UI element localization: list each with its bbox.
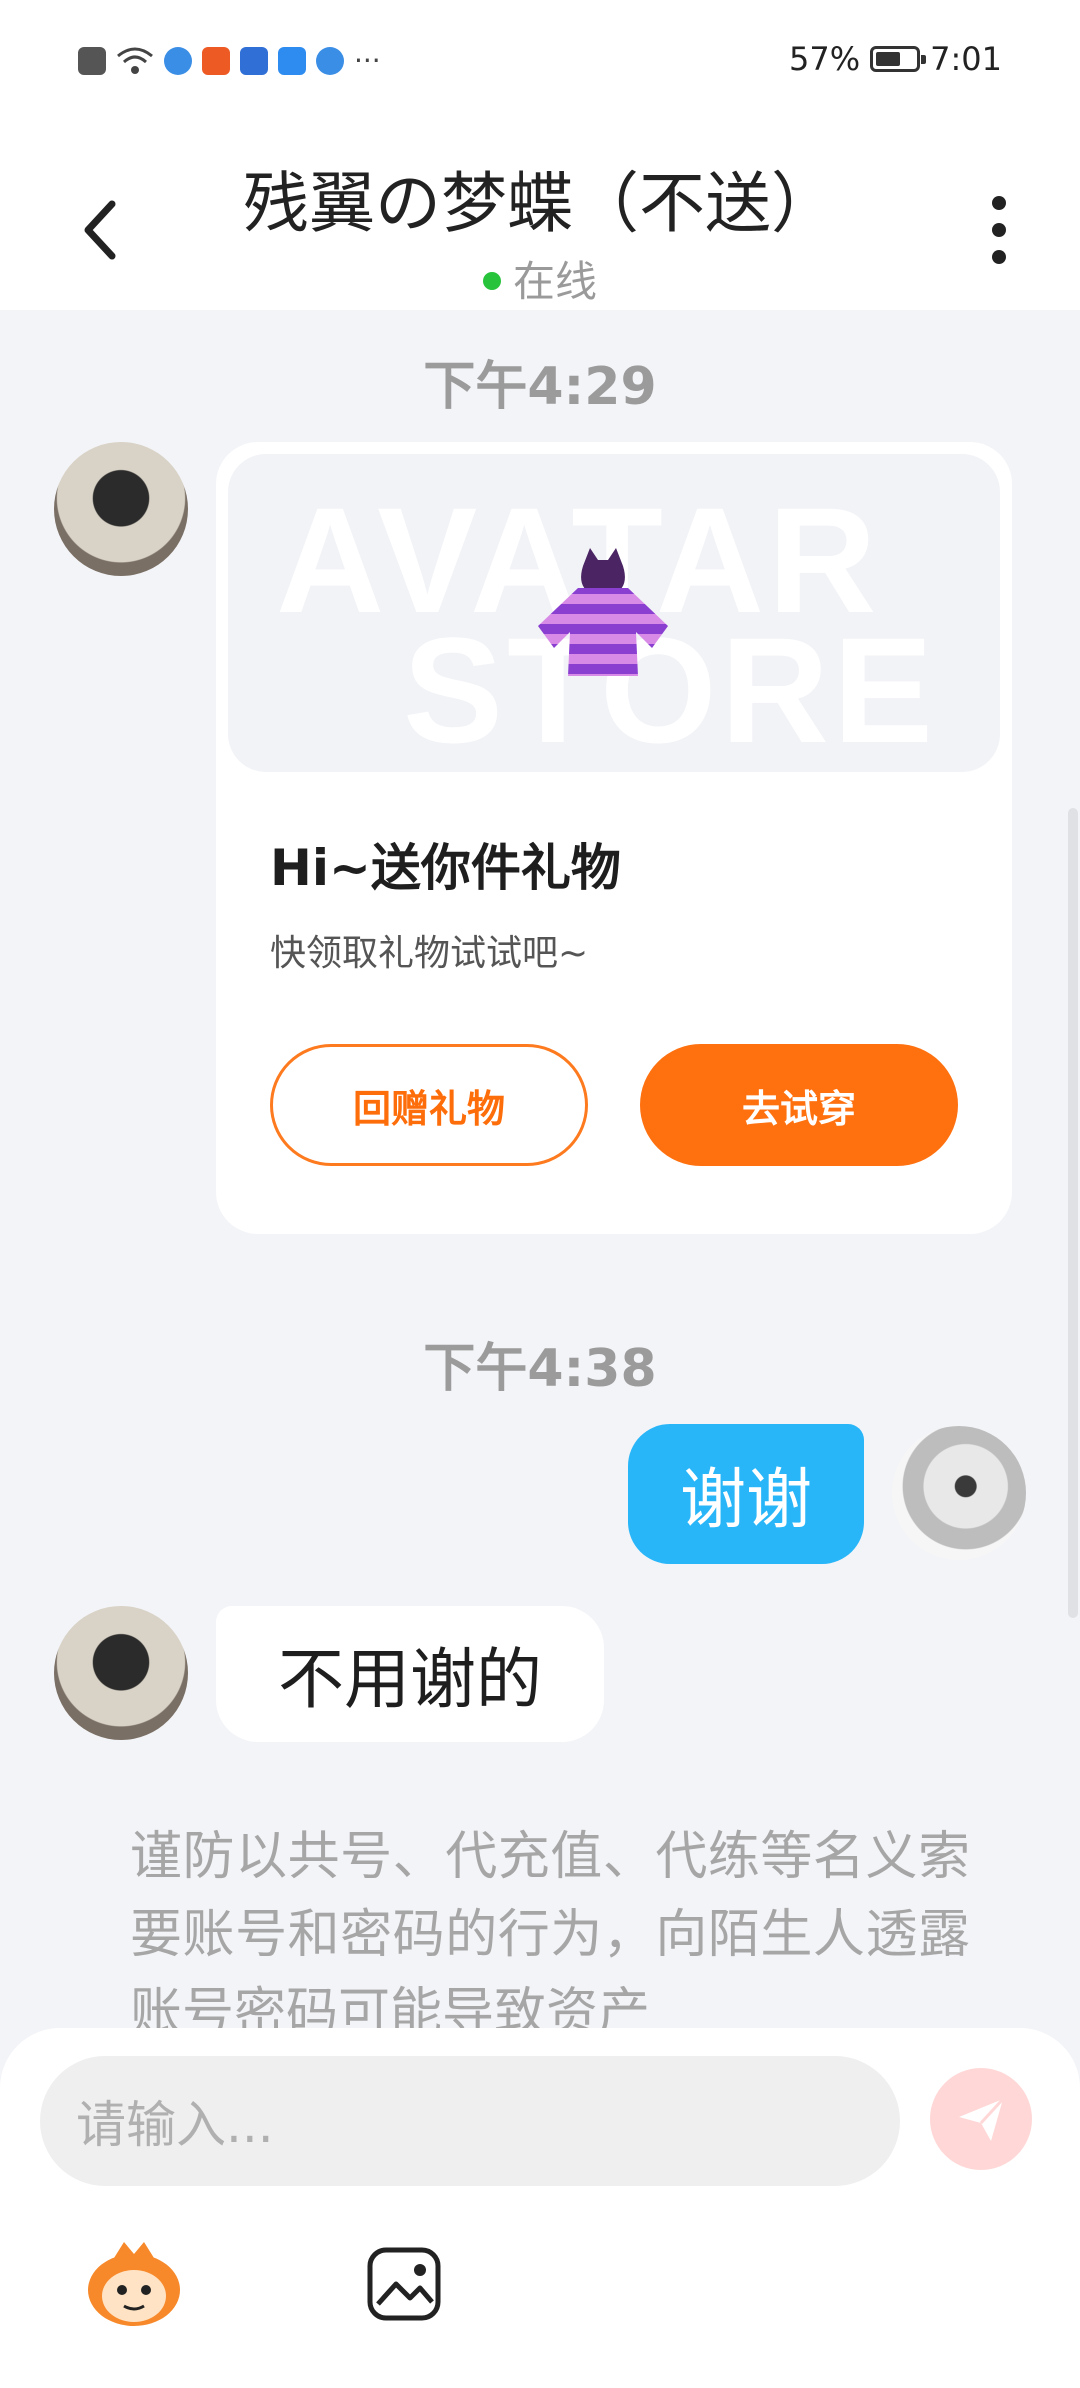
- monkey-emoji-icon: [88, 2242, 180, 2326]
- app-notification-icon: [202, 46, 230, 75]
- battery-icon: [870, 46, 927, 72]
- try-on-button[interactable]: 去试穿: [640, 1044, 958, 1166]
- safety-notice: 谨防以共号、代充值、代练等名义索要账号和密码的行为，向陌生人透露账号密码可能导致…: [130, 1827, 970, 2028]
- image-icon: [367, 2247, 441, 2321]
- emoji-sticker-button[interactable]: [84, 2240, 184, 2330]
- cloud-icon: [278, 46, 306, 75]
- my-avatar[interactable]: [892, 1426, 1026, 1560]
- my-message-bubble[interactable]: 谢谢: [628, 1424, 864, 1564]
- gift-card-image: AVATAR STORE: [228, 454, 1000, 772]
- gift-card-subtitle: 快领取礼物试试吧~: [270, 933, 589, 974]
- send-button[interactable]: [930, 2068, 1032, 2170]
- contact-avatar[interactable]: [54, 1606, 188, 1740]
- contact-message-bubble[interactable]: 不用谢的: [216, 1606, 604, 1742]
- online-dot-icon: [482, 271, 501, 290]
- clock: 7:01: [930, 40, 1002, 78]
- contact-name: 残翼の梦蝶（不送）: [243, 165, 837, 242]
- more-options-button[interactable]: [986, 196, 1012, 264]
- image-picker-button[interactable]: [366, 2246, 442, 2322]
- online-status: 在线: [0, 248, 1080, 309]
- online-status-label: 在线: [512, 257, 597, 306]
- sim-alert-icon: [78, 46, 106, 75]
- dot: [992, 250, 1006, 264]
- scrollbar[interactable]: [1068, 808, 1078, 1618]
- status-bar-right: 57% 7:01: [789, 40, 1002, 78]
- message-timestamp: 下午4:29: [423, 357, 657, 417]
- more-notifications-icon: ···: [354, 44, 381, 77]
- status-bar-notification-icons: ···: [78, 44, 381, 77]
- app-notification-icon: [316, 46, 344, 75]
- send-icon: [959, 2097, 1005, 2141]
- dot: [992, 196, 1006, 210]
- message-input[interactable]: 请输入...: [40, 2056, 900, 2186]
- battery-percent: 57%: [789, 40, 861, 78]
- app-notification-icon: [240, 46, 268, 75]
- return-gift-button[interactable]: 回赠礼物: [270, 1044, 588, 1166]
- hoodie-gift-icon: [538, 548, 668, 676]
- dot: [992, 223, 1006, 237]
- gift-card-title: Hi~送你件礼物: [270, 839, 621, 897]
- app-notification-icon: [164, 46, 192, 75]
- contact-avatar[interactable]: [54, 442, 188, 576]
- wifi-icon: [117, 47, 153, 74]
- message-timestamp: 下午4:38: [423, 1339, 657, 1399]
